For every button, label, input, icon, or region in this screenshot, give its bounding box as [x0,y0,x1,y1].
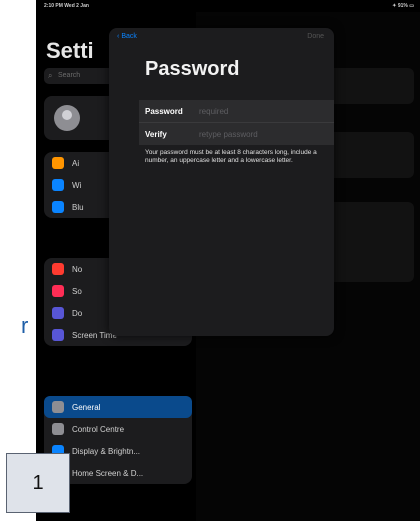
ipad-screen: 2:10 PM Wed 2 Jan ✦ 91% ▭ Setti ⌕ Search… [36,0,420,521]
sidebar-item-label: General [72,402,101,412]
verify-label: Verify [145,129,167,139]
screen-time-icon [52,329,64,341]
sidebar-item-label: Display & Brightn... [72,446,141,456]
sidebar-item-label: Home Screen & D... [72,468,144,478]
password-fields: Password Verify [139,100,334,145]
sidebar-item-label: Control Centre [72,424,125,434]
sidebar-title: Setti [46,38,94,63]
verify-input[interactable] [199,129,329,139]
chevron-left-icon: ‹ [117,33,120,40]
search-placeholder: Search [58,72,81,79]
done-button[interactable]: Done [307,33,324,40]
sidebar-item-label: So [72,286,82,296]
sidebar-item-label: Blu [72,202,84,212]
status-bar: 2:10 PM Wed 2 Jan ✦ 91% ▭ [36,0,420,12]
status-time: 2:10 PM Wed 2 Jan [44,3,89,9]
callout-number: 1 [6,453,70,513]
status-indicators: ✦ 91% ▭ [392,3,414,9]
sounds-icon [52,285,64,297]
airplane-icon [52,157,64,169]
password-sheet: ‹ Back Done Password Password Verify You… [109,28,334,336]
wifi-icon [52,179,64,191]
control-centre-icon [52,423,64,435]
sidebar-item-label: Ai [72,158,80,168]
avatar [54,105,80,131]
password-label: Password [145,106,183,116]
notifications-icon [52,263,64,275]
password-row: Password [139,100,334,123]
sidebar-item-gear[interactable]: General [44,396,192,418]
sidebar-item-control-centre[interactable]: Control Centre [44,418,192,440]
back-button[interactable]: ‹ Back [117,33,137,40]
search-icon: ⌕ [48,71,53,80]
partial-text: r [21,313,29,338]
sidebar-item-label: No [72,264,83,274]
password-hint: Your password must be at least 8 charact… [145,149,317,164]
sidebar-item-label: Do [72,308,83,318]
do-not-disturb-icon [52,307,64,319]
bluetooth-icon [52,201,64,213]
sidebar-item-label: Wi [72,180,82,190]
page-title: Password [145,58,240,80]
gear-icon [52,401,64,413]
back-label: Back [121,33,137,40]
verify-row: Verify [139,123,334,145]
password-input[interactable] [199,106,329,116]
